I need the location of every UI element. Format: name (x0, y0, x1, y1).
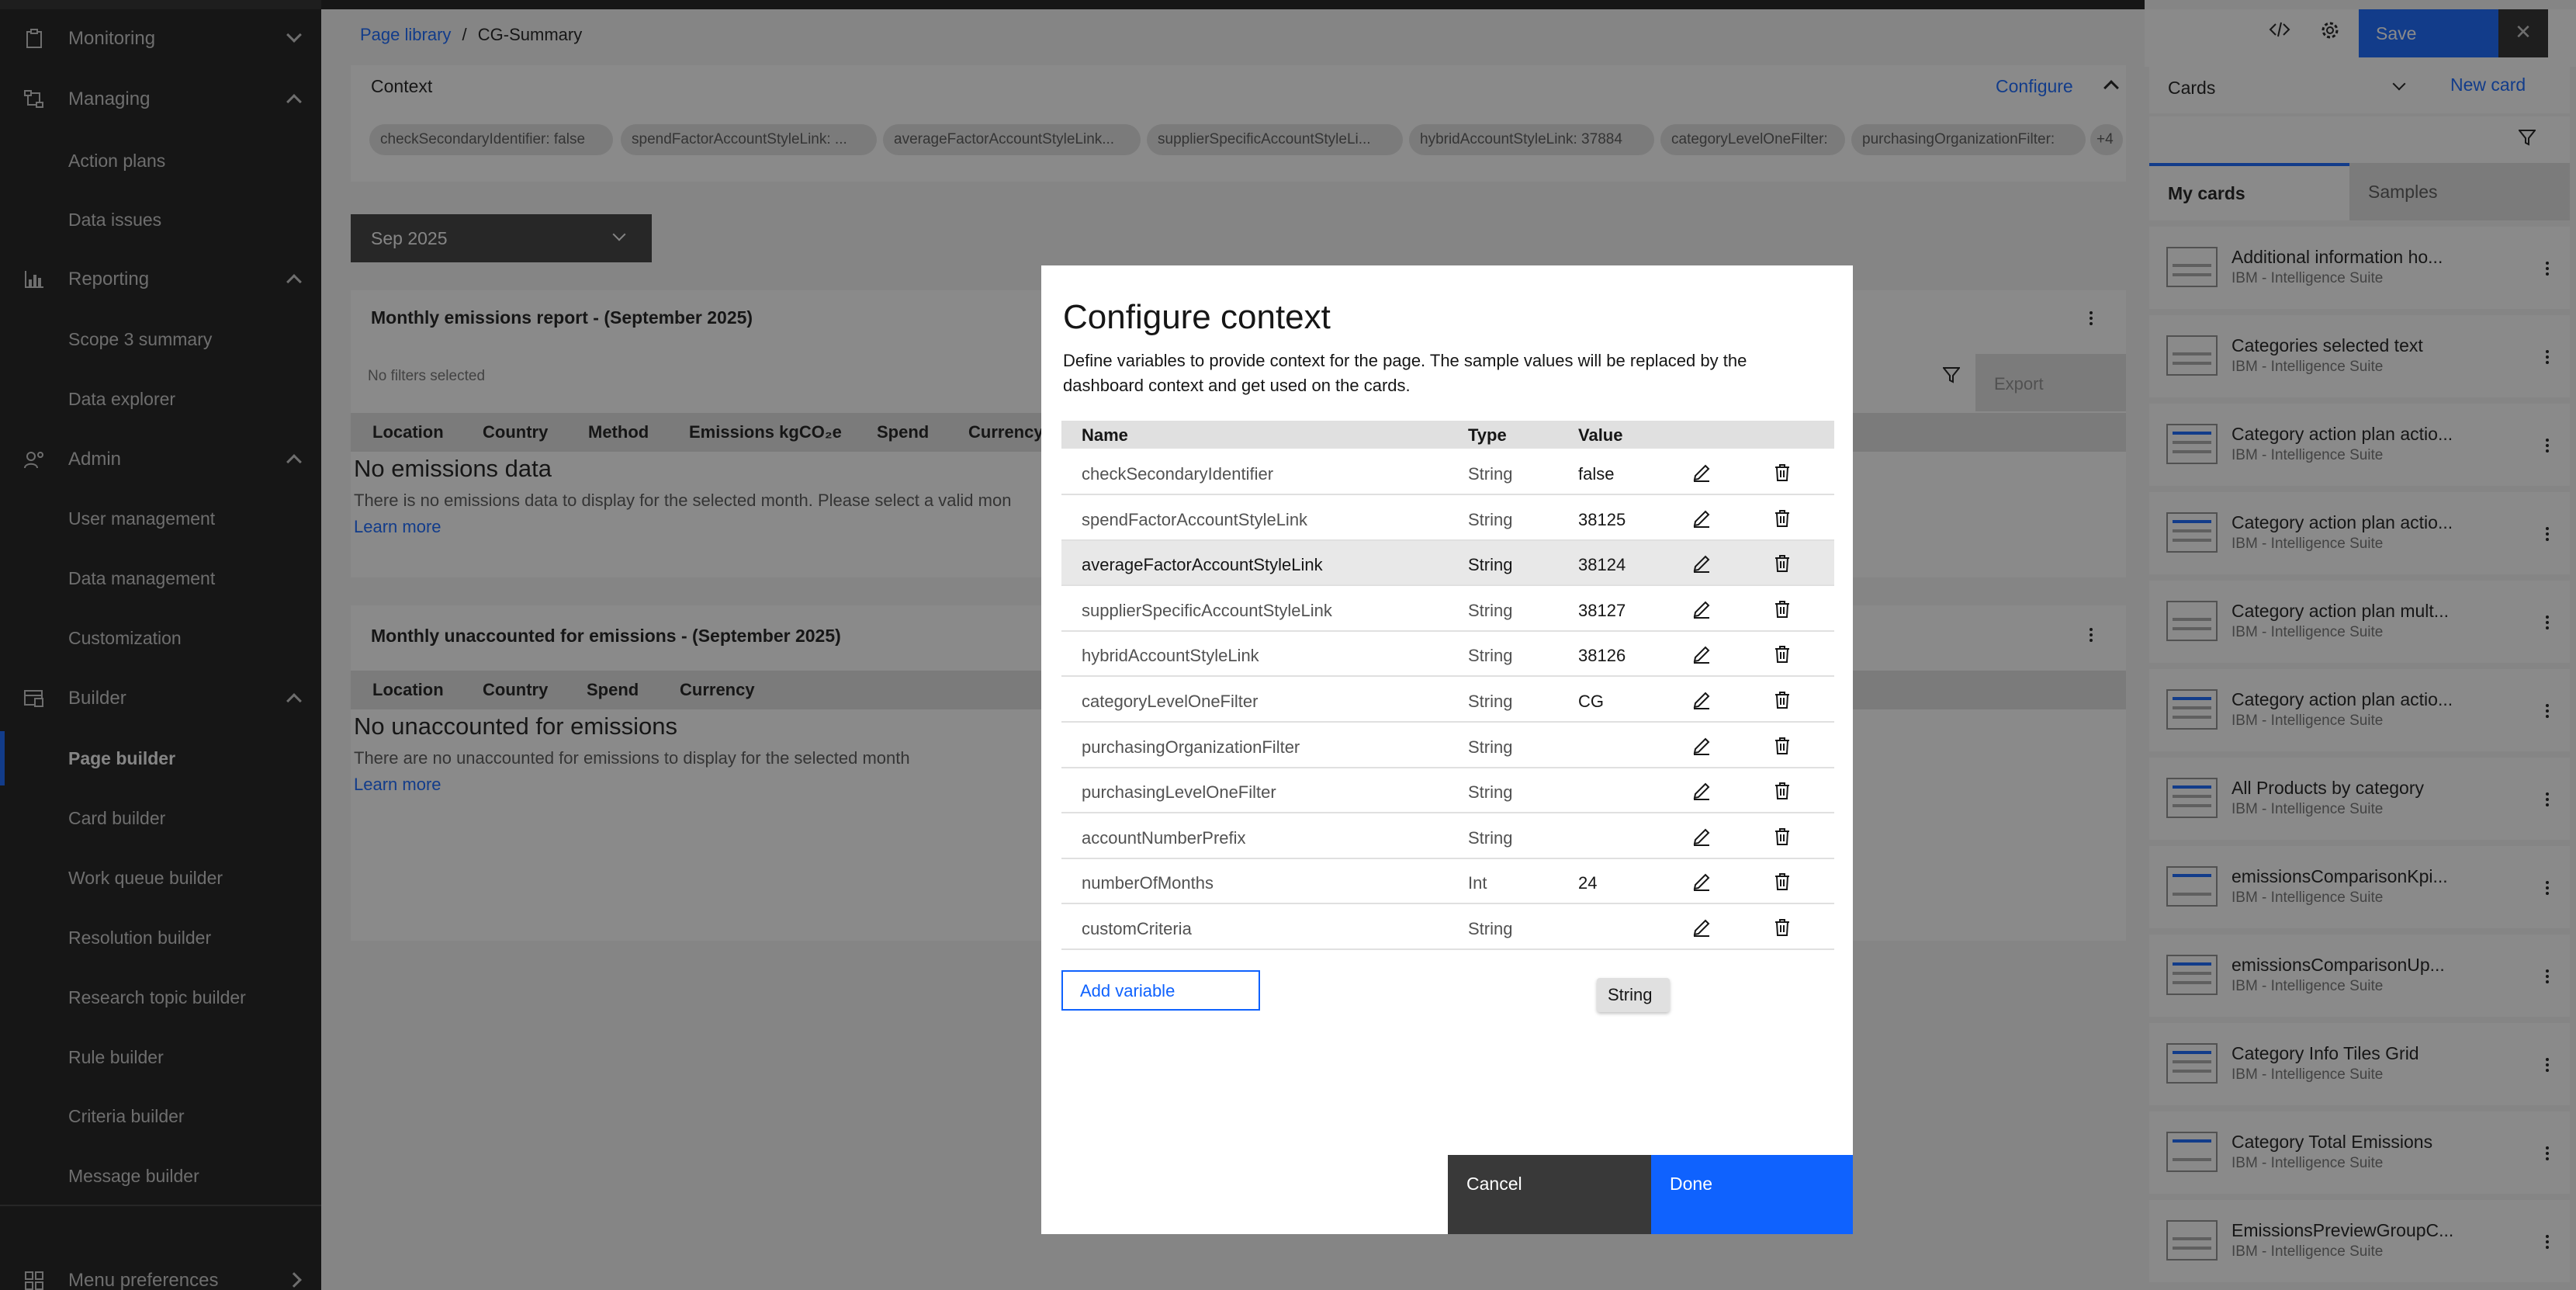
configure-context-modal: Configure context Define variables to pr… (1041, 265, 1853, 1234)
trash-icon[interactable] (1772, 872, 1792, 892)
variable-type: String (1468, 782, 1513, 803)
trash-icon[interactable] (1772, 463, 1792, 483)
trash-icon[interactable] (1772, 553, 1792, 574)
variable-type: Int (1468, 873, 1487, 893)
column-header-value: Value (1578, 425, 1623, 445)
trash-icon[interactable] (1772, 690, 1792, 710)
variable-name: purchasingOrganizationFilter (1082, 737, 1300, 757)
variable-type: String (1468, 555, 1513, 575)
variables-table-header: Name Type Value (1061, 421, 1834, 449)
variable-value: CG (1578, 692, 1604, 711)
variable-row[interactable]: hybridAccountStyleLink String 38126 (1061, 632, 1834, 678)
variable-name: accountNumberPrefix (1082, 827, 1246, 848)
variable-name: hybridAccountStyleLink (1082, 646, 1259, 666)
variable-row[interactable]: averageFactorAccountStyleLink String 38124 (1061, 541, 1834, 587)
edit-icon[interactable] (1691, 872, 1712, 892)
variable-value: 38124 (1578, 555, 1626, 575)
variable-type: String (1468, 646, 1513, 666)
edit-icon[interactable] (1691, 599, 1712, 619)
variable-row[interactable]: numberOfMonths Int 24 (1061, 859, 1834, 905)
variable-value: 38126 (1578, 646, 1626, 666)
variable-name: supplierSpecificAccountStyleLink (1082, 600, 1332, 620)
variable-row[interactable]: customCriteria String (1061, 905, 1834, 950)
variable-value: false (1578, 464, 1615, 484)
variable-name: categoryLevelOneFilter (1082, 692, 1259, 711)
variable-type: String (1468, 737, 1513, 757)
variable-value: 38125 (1578, 509, 1626, 529)
variable-type: String (1468, 919, 1513, 938)
modal-title: Configure context (1063, 298, 1331, 336)
edit-icon[interactable] (1691, 508, 1712, 529)
trash-icon[interactable] (1772, 644, 1792, 664)
edit-icon[interactable] (1691, 463, 1712, 483)
cancel-button[interactable]: Cancel (1448, 1155, 1651, 1234)
variable-value: 38127 (1578, 600, 1626, 620)
variable-type: String (1468, 692, 1513, 711)
variable-name: purchasingLevelOneFilter (1082, 782, 1276, 803)
edit-icon[interactable] (1691, 553, 1712, 574)
variable-row[interactable]: supplierSpecificAccountStyleLink String 38… (1061, 587, 1834, 632)
variable-type: String (1468, 509, 1513, 529)
variable-value: 24 (1578, 873, 1598, 893)
trash-icon[interactable] (1772, 508, 1792, 529)
variable-name: numberOfMonths (1082, 873, 1214, 893)
edit-icon[interactable] (1691, 736, 1712, 756)
variable-row[interactable]: purchasingOrganizationFilter String (1061, 723, 1834, 768)
variable-row[interactable]: categoryLevelOneFilter String CG (1061, 678, 1834, 723)
edit-icon[interactable] (1691, 917, 1712, 938)
variable-row[interactable]: accountNumberPrefix String (1061, 814, 1834, 859)
edit-icon[interactable] (1691, 781, 1712, 801)
variable-name: checkSecondaryIdentifier (1082, 464, 1274, 484)
variable-row[interactable]: checkSecondaryIdentifier String false (1061, 450, 1834, 495)
trash-icon[interactable] (1772, 736, 1792, 756)
column-header-type: Type (1468, 425, 1507, 445)
trash-icon[interactable] (1772, 827, 1792, 847)
variable-type: String (1468, 827, 1513, 848)
variable-type: String (1468, 600, 1513, 620)
variable-name: customCriteria (1082, 919, 1192, 938)
add-variable-button[interactable]: Add variable (1061, 970, 1260, 1011)
edit-icon[interactable] (1691, 827, 1712, 847)
edit-icon[interactable] (1691, 690, 1712, 710)
trash-icon[interactable] (1772, 917, 1792, 938)
modal-description: Define variables to provide context for … (1063, 351, 1747, 370)
variable-type: String (1468, 464, 1513, 484)
variable-name: spendFactorAccountStyleLink (1082, 509, 1308, 529)
trash-icon[interactable] (1772, 599, 1792, 619)
variable-row[interactable]: purchasingLevelOneFilter String (1061, 768, 1834, 814)
variable-name: averageFactorAccountStyleLink (1082, 555, 1323, 575)
modal-description: dashboard context and get used on the ca… (1063, 376, 1411, 395)
done-button[interactable]: Done (1651, 1155, 1853, 1234)
column-header-name: Name (1082, 425, 1128, 445)
edit-icon[interactable] (1691, 644, 1712, 664)
type-tooltip: String (1597, 978, 1670, 1012)
variable-row[interactable]: spendFactorAccountStyleLink String 38125 (1061, 496, 1834, 541)
trash-icon[interactable] (1772, 781, 1792, 801)
